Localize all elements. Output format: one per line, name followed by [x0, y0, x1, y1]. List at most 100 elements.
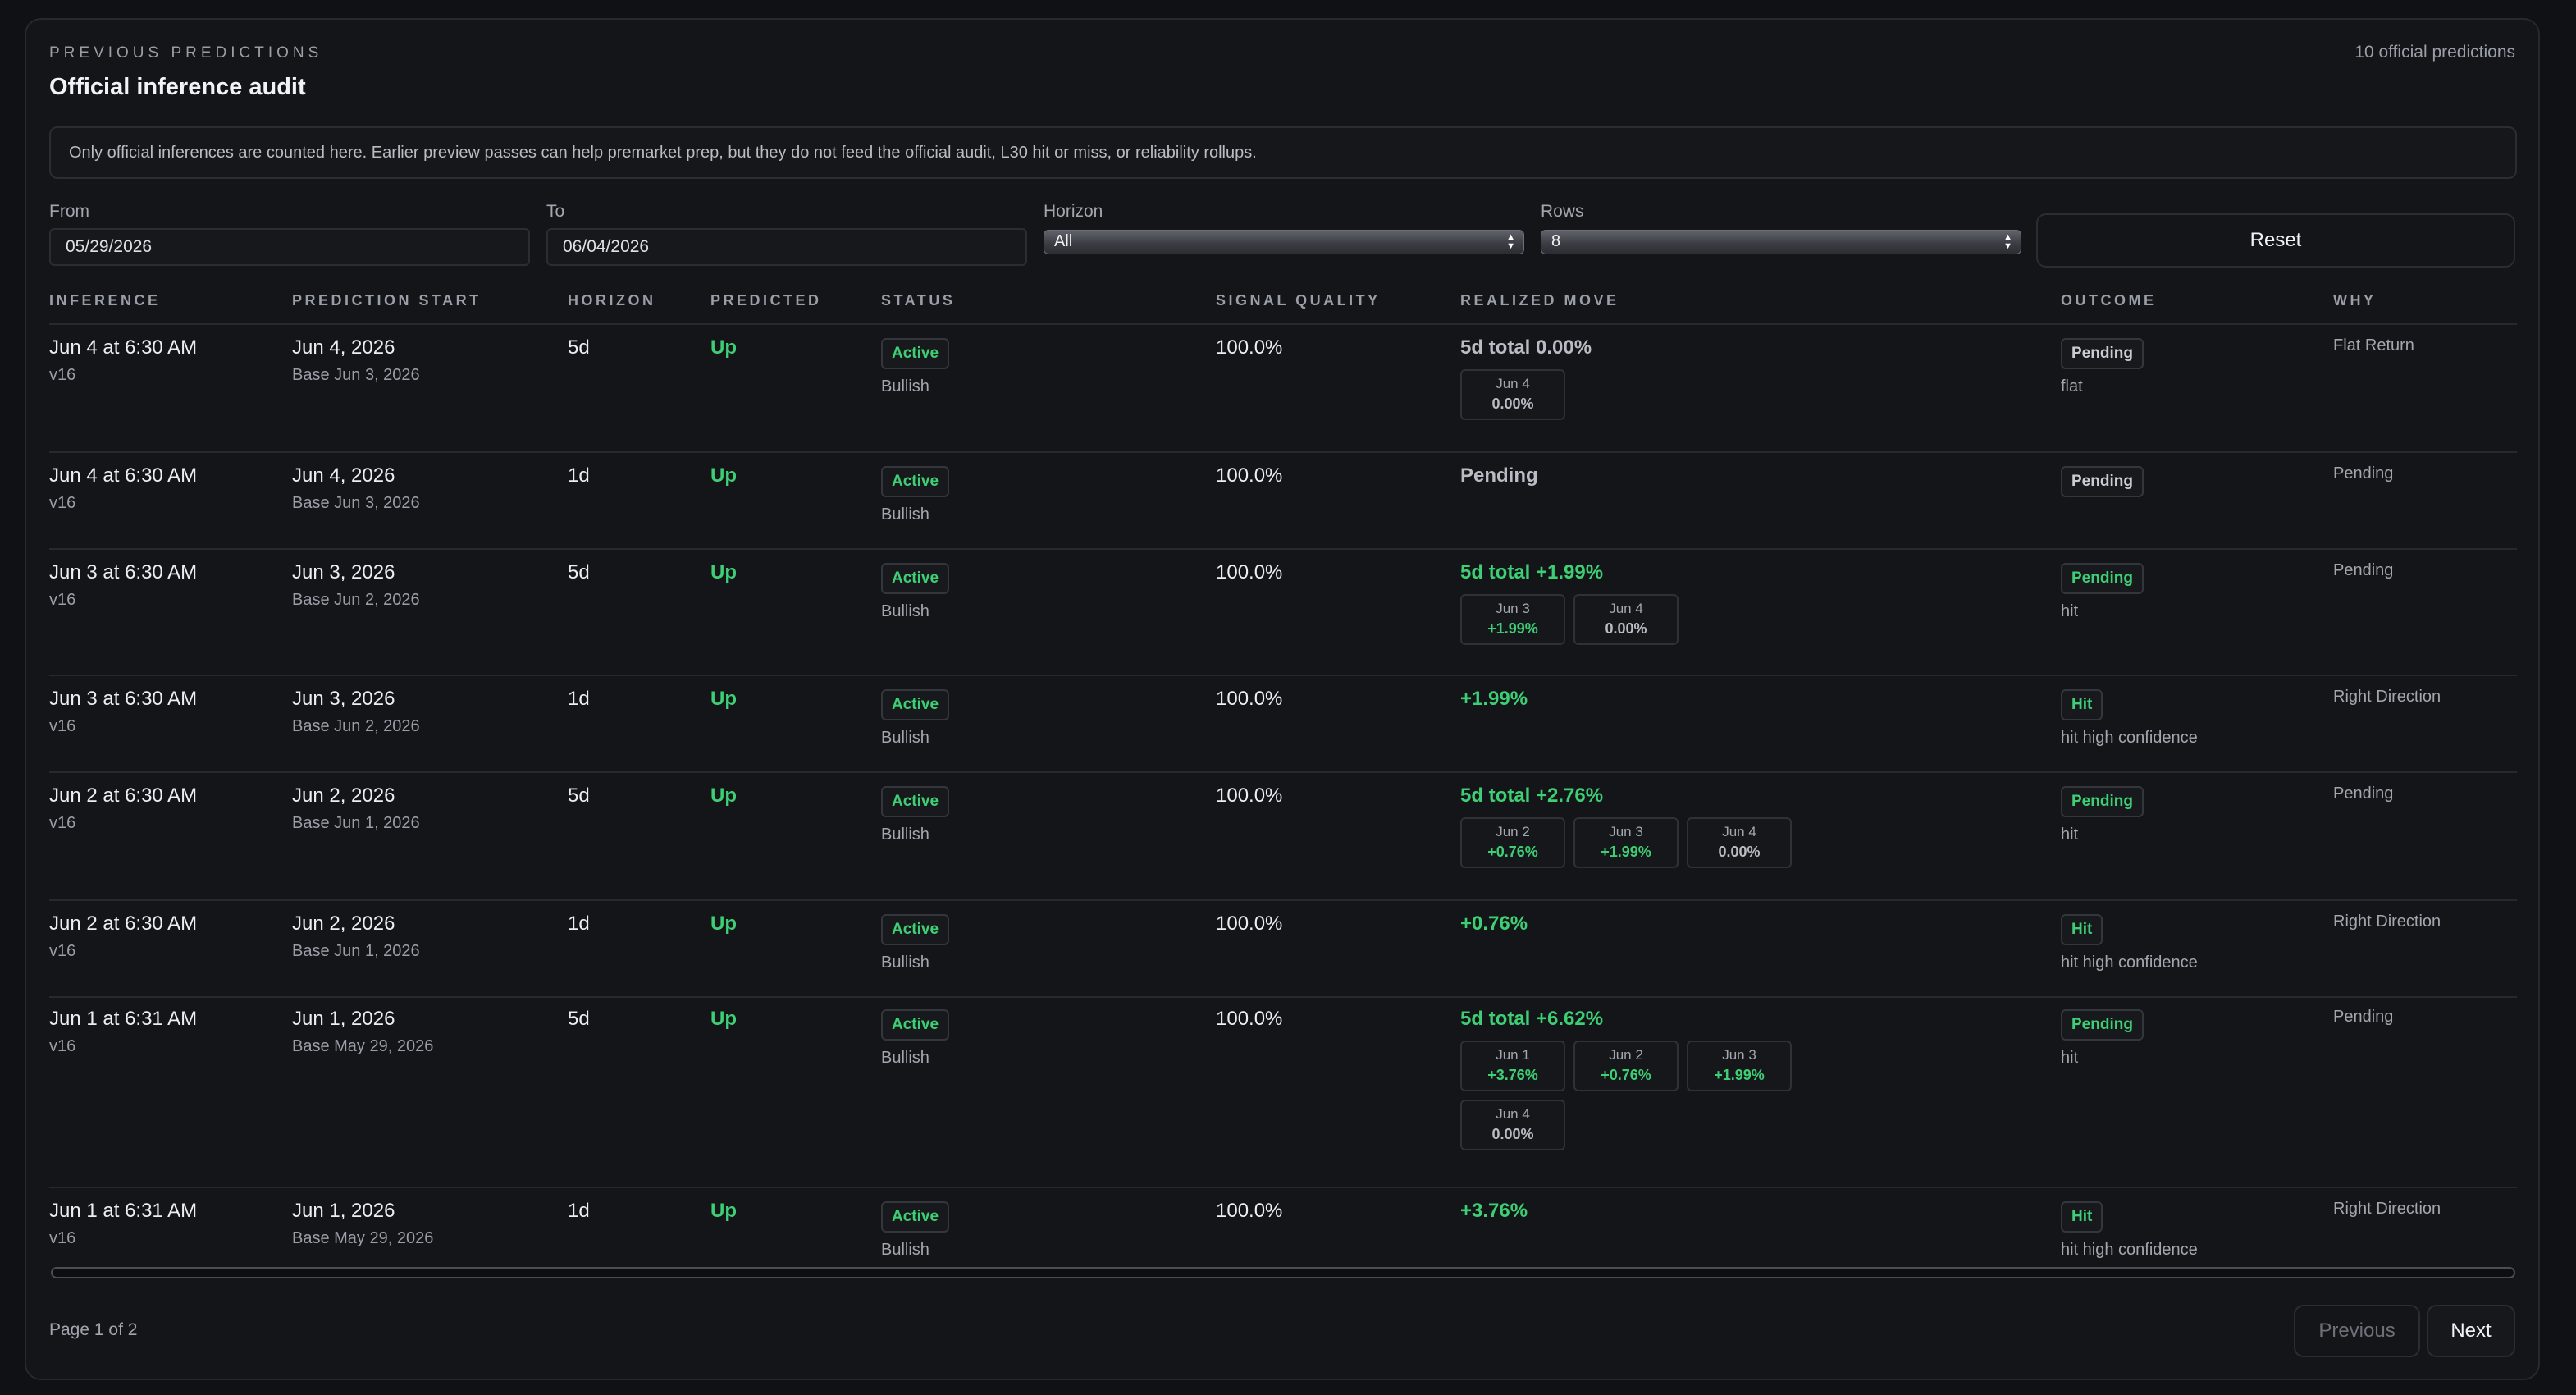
prediction-start-date: Jun 3, 2026 [292, 561, 395, 583]
why-cell: Pending [2333, 464, 2393, 483]
col-status: STATUS [881, 292, 956, 309]
to-date-input[interactable]: 06/04/2026 [546, 228, 1027, 266]
chip-value: +1.99% [1714, 1067, 1765, 1083]
chip-value: 0.00% [1491, 396, 1534, 412]
model-version: v16 [49, 1229, 76, 1247]
horizon-cell: 1d [568, 1200, 590, 1223]
model-version: v16 [49, 717, 76, 735]
from-date-input[interactable]: 05/29/2026 [49, 228, 530, 266]
predicted-cell: Up [710, 336, 737, 359]
prediction-start-date: Jun 4, 2026 [292, 336, 395, 359]
daily-move-chip: Jun 4 0.00% [1687, 817, 1792, 868]
outcome-note: hit high confidence [2061, 954, 2198, 972]
signal-quality-cell: 100.0% [1216, 912, 1282, 935]
prediction-start-cell: Jun 2, 2026 Base Jun 1, 2026 [292, 784, 420, 833]
chip-value: +1.99% [1487, 620, 1538, 637]
horizon-value: 5d [568, 784, 590, 807]
realized-move-total: 5d total 0.00% [1460, 336, 1592, 359]
realized-move-total: +1.99% [1460, 688, 1528, 710]
why-reason: Flat Return [2333, 336, 2414, 354]
chip-date: Jun 3 [1609, 824, 1643, 839]
official-notice: Only official inferences are counted her… [49, 126, 2517, 179]
outcome-note: hit high confidence [2061, 729, 2198, 747]
base-date: Base Jun 3, 2026 [292, 494, 420, 512]
why-reason: Pending [2333, 464, 2394, 483]
chip-date: Jun 2 [1496, 824, 1530, 839]
status-cell: Active Bullish [881, 563, 950, 621]
horizon-value: 5d [568, 1008, 590, 1030]
inference-cell: Jun 3 at 6:30 AM v16 [49, 561, 197, 610]
predicted-direction: Up [710, 336, 737, 359]
chip-value: 0.00% [1491, 1126, 1534, 1142]
inference-time: Jun 4 at 6:30 AM [49, 464, 198, 487]
stance-label: Bullish [881, 826, 929, 844]
signal-quality-cell: 100.0% [1216, 1200, 1282, 1223]
outcome-note: flat [2061, 377, 2083, 396]
realized-move-cell: 5d total +6.62% Jun 1 +3.76% Jun 2 +0.76% Jun… [1460, 1008, 1805, 1159]
inference-time: Jun 4 at 6:30 AM [49, 336, 198, 359]
signal-quality-value: 100.0% [1216, 1008, 1283, 1030]
previous-page-button[interactable]: Previous [2294, 1305, 2420, 1357]
daily-move-chip: Jun 1 +3.76% [1460, 1041, 1565, 1091]
realized-move-total: 5d total +2.76% [1460, 784, 1604, 807]
why-reason: Right Direction [2333, 688, 2441, 706]
predicted-direction: Up [710, 561, 737, 583]
next-page-button[interactable]: Next [2427, 1305, 2515, 1357]
prediction-start-cell: Jun 4, 2026 Base Jun 3, 2026 [292, 336, 420, 385]
outcome-badge: Pending [2061, 1009, 2144, 1041]
horizon-select[interactable]: All ▲ ▼ [1044, 230, 1524, 254]
status-badge: Active [881, 563, 950, 594]
base-date: Base Jun 2, 2026 [292, 717, 420, 735]
why-cell: Pending [2333, 784, 2393, 803]
chip-date: Jun 3 [1496, 601, 1530, 616]
signal-quality-cell: 100.0% [1216, 1008, 1282, 1031]
outcome-cell: Pending hit [2061, 1009, 2144, 1068]
status-badge: Active [881, 1201, 950, 1233]
rows-label: Rows [1541, 202, 1584, 221]
model-version: v16 [49, 942, 76, 960]
prediction-start-cell: Jun 2, 2026 Base Jun 1, 2026 [292, 912, 420, 961]
daily-move-chip: Jun 3 +1.99% [1573, 817, 1679, 868]
prediction-start-date: Jun 2, 2026 [292, 912, 395, 935]
daily-move-chips: Jun 2 +0.76% Jun 3 +1.99% Jun 4 0.00% [1460, 817, 1805, 876]
outcome-cell: Hit hit high confidence [2061, 689, 2198, 748]
realized-move-total: 5d total +6.62% [1460, 1008, 1604, 1030]
section-kicker: PREVIOUS PREDICTIONS [49, 44, 323, 62]
realized-move-cell: +0.76% [1460, 912, 1528, 935]
predicted-cell: Up [710, 688, 737, 711]
col-realized-move: REALIZED MOVE [1460, 292, 1619, 309]
daily-move-chips: Jun 3 +1.99% Jun 4 0.00% [1460, 594, 1805, 653]
status-cell: Active Bullish [881, 1201, 950, 1260]
daily-move-chip: Jun 4 0.00% [1573, 594, 1679, 645]
realized-move-cell: 5d total +2.76% Jun 2 +0.76% Jun 3 +1.99% Jun… [1460, 784, 1805, 876]
signal-quality-value: 100.0% [1216, 336, 1283, 359]
predicted-cell: Up [710, 464, 737, 487]
realized-move-total: 5d total +1.99% [1460, 561, 1604, 583]
realized-move-total: +3.76% [1460, 1200, 1528, 1222]
signal-quality-cell: 100.0% [1216, 688, 1282, 711]
base-date: Base May 29, 2026 [292, 1037, 434, 1055]
predicted-cell: Up [710, 1200, 737, 1223]
horizontal-scrollbar[interactable] [51, 1267, 2515, 1278]
prediction-start-date: Jun 1, 2026 [292, 1008, 395, 1030]
base-date: Base Jun 1, 2026 [292, 942, 420, 960]
rows-select[interactable]: 8 ▲ ▼ [1541, 230, 2021, 254]
realized-move-total: Pending [1460, 464, 1538, 487]
status-badge: Active [881, 786, 950, 817]
realized-move-total: +0.76% [1460, 912, 1528, 935]
outcome-cell: Pending flat [2061, 338, 2144, 396]
daily-move-chip: Jun 3 +1.99% [1460, 594, 1565, 645]
base-date: Base Jun 2, 2026 [292, 591, 420, 609]
realized-move-cell: 5d total +1.99% Jun 3 +1.99% Jun 4 0.00% [1460, 561, 1805, 653]
horizon-cell: 1d [568, 688, 590, 711]
why-cell: Right Direction [2333, 1200, 2441, 1219]
outcome-badge: Hit [2061, 914, 2103, 945]
prediction-start-date: Jun 2, 2026 [292, 784, 395, 807]
reset-button[interactable]: Reset [2036, 213, 2515, 268]
chip-value: +3.76% [1487, 1067, 1538, 1083]
predicted-direction: Up [710, 464, 737, 487]
inference-time: Jun 2 at 6:30 AM [49, 912, 198, 935]
stance-label: Bullish [881, 1241, 929, 1259]
why-reason: Pending [2333, 1008, 2394, 1026]
horizon-select-value: All [1054, 232, 1073, 250]
